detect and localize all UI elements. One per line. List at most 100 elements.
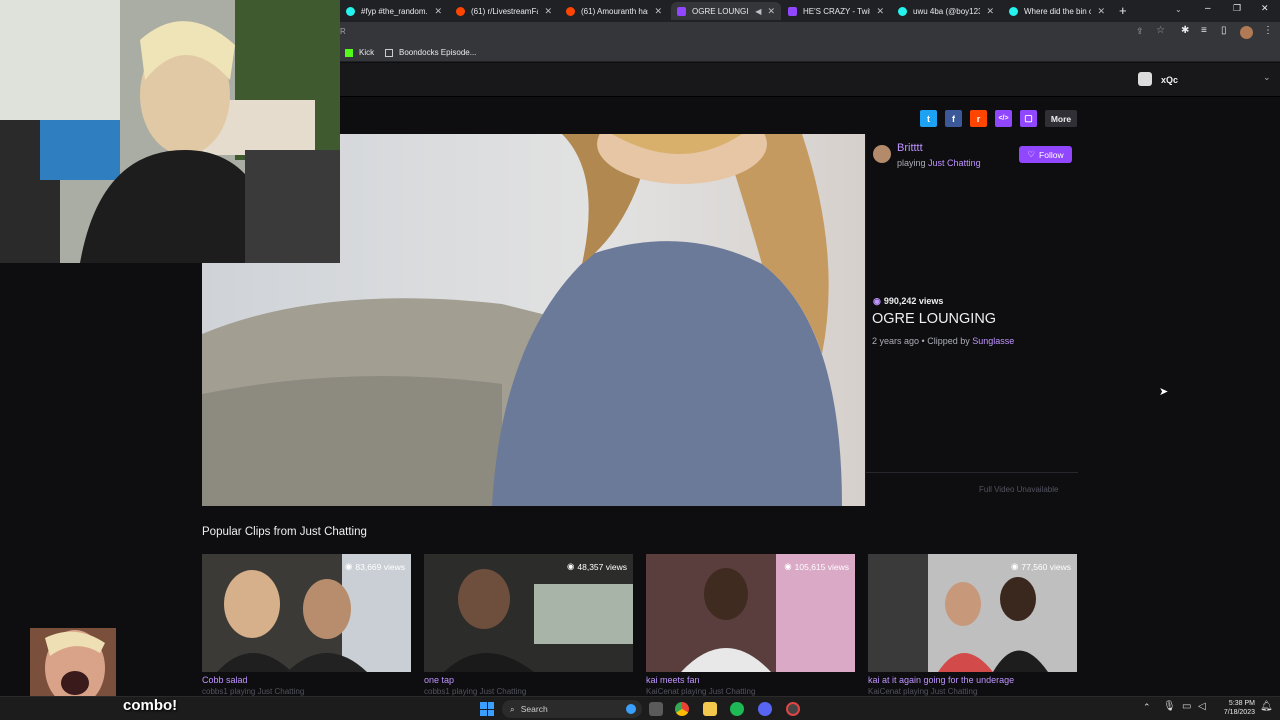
network-icon[interactable]: ▭ xyxy=(1182,701,1191,712)
more-share-button[interactable]: More xyxy=(1045,110,1077,127)
clip-title: OGRE LOUNGING xyxy=(872,311,997,327)
close-icon[interactable]: ✕ xyxy=(876,6,884,17)
reddit-share-button[interactable]: r xyxy=(970,110,987,127)
close-icon[interactable]: ✕ xyxy=(434,6,442,17)
clip-age: 2 years ago xyxy=(872,336,920,346)
browser-tab[interactable]: #fyp #the_random... ✕ xyxy=(340,2,448,20)
system-clock[interactable]: 5:38 PM 7/18/2023 xyxy=(1215,699,1255,717)
windows-start-icon[interactable] xyxy=(480,702,494,716)
views-count: 77,560 views xyxy=(1021,561,1071,572)
follow-label: Follow xyxy=(1039,149,1064,160)
close-icon[interactable]: ✕ xyxy=(654,6,662,17)
streamer-avatar[interactable] xyxy=(873,145,891,163)
discord-icon[interactable] xyxy=(758,702,772,716)
playing-prefix: playing xyxy=(897,158,926,168)
clip-thumbnail[interactable]: ◉ 83,669 views xyxy=(202,554,411,672)
views-count: 83,669 views xyxy=(355,561,405,572)
follow-button[interactable]: ♡ Follow xyxy=(1019,146,1072,163)
facebook-share-button[interactable]: f xyxy=(945,110,962,127)
browser-menu-icon[interactable]: ⋮ xyxy=(1263,25,1273,36)
close-icon[interactable]: ✕ xyxy=(1097,6,1105,17)
tiktok-icon xyxy=(898,6,907,16)
notifications-icon[interactable]: 🔔︎ xyxy=(1260,701,1273,712)
twitter-share-button[interactable]: t xyxy=(920,110,937,127)
app-icon[interactable] xyxy=(786,702,800,716)
tab-search-icon[interactable]: ⌄ xyxy=(1175,5,1182,14)
extensions-icon[interactable]: ✱ xyxy=(1181,25,1189,36)
chrome-icon[interactable] xyxy=(675,702,689,716)
search-label: Search xyxy=(520,704,548,714)
browser-tab[interactable]: Where did the bin co ✕ xyxy=(1003,2,1111,20)
thumbnail-views: ◉ 48,357 views xyxy=(567,561,627,572)
bookmark-label: Boondocks Episode... xyxy=(399,48,477,57)
tab-label: Where did the bin co xyxy=(1024,6,1092,16)
streamer-name[interactable]: Britttt xyxy=(897,142,923,154)
volume-icon[interactable]: ◁ xyxy=(1198,701,1206,712)
clip-title-link[interactable]: kai at it again going for the underage xyxy=(868,675,1014,685)
clip-subtitle: cobbs1 playing Just Chatting xyxy=(424,687,527,696)
views-count: 48,357 views xyxy=(577,561,627,572)
tab-label: OGRE LOUNGIN xyxy=(692,6,750,16)
bookmark-star-icon[interactable]: ☆ xyxy=(1156,25,1165,36)
microphone-icon[interactable]: 🎙︎ xyxy=(1163,701,1176,712)
views-count: 105,615 views xyxy=(794,561,849,572)
media-controls-icon[interactable]: ≡ xyxy=(1201,25,1207,36)
popular-clips-heading: Popular Clips from Just Chatting xyxy=(202,526,367,538)
clip-thumbnail[interactable]: ◉ 48,357 views xyxy=(424,554,633,672)
category-link[interactable]: Just Chatting xyxy=(928,158,981,168)
clock-date: 7/18/2023 xyxy=(1223,709,1255,716)
kick-icon xyxy=(345,48,353,57)
close-icon[interactable]: ✕ xyxy=(986,6,994,17)
browser-tab[interactable]: (61) Amouranth has ✕ xyxy=(560,2,668,20)
close-icon[interactable]: ✕ xyxy=(544,6,552,17)
speaker-icon[interactable]: ◀ xyxy=(755,7,761,16)
bookmark-item[interactable]: Kick xyxy=(345,48,374,57)
clip-title-link[interactable]: kai meets fan xyxy=(646,675,700,685)
window-close-icon[interactable]: ✕ xyxy=(1261,3,1269,14)
copy-link-button[interactable]: ▢ xyxy=(1020,110,1037,127)
address-text: R xyxy=(340,27,346,36)
clip-title-link[interactable]: Cobb salad xyxy=(202,675,248,685)
user-avatar[interactable] xyxy=(1138,72,1152,86)
embed-button[interactable]: </> xyxy=(995,110,1012,127)
clipper-link[interactable]: Sunglasse xyxy=(972,336,1014,346)
panel-divider xyxy=(866,472,1078,473)
chevron-up-icon[interactable]: ⌃ xyxy=(1143,702,1151,713)
browser-tab-active[interactable]: OGRE LOUNGIN ◀ ✕ xyxy=(671,2,781,20)
browser-tab[interactable]: (61) r/LivestreamFail ✕ xyxy=(450,2,558,20)
username[interactable]: xQc xyxy=(1161,75,1178,85)
clip-info-panel: Britttt playing Just Chatting ♡ Follow ◉… xyxy=(865,134,1078,506)
eye-icon: ◉ xyxy=(566,561,575,571)
tab-label: HE'S CRAZY - Twitch xyxy=(803,6,870,16)
twitch-icon xyxy=(788,6,797,16)
mouse-cursor-icon: ➤ xyxy=(1159,386,1169,398)
bookmark-item[interactable]: Boondocks Episode... xyxy=(385,48,476,57)
browser-tab[interactable]: uwu 4ba (@boy1234 ✕ xyxy=(892,2,1000,20)
file-explorer-icon[interactable] xyxy=(703,702,717,716)
share-page-icon[interactable]: ⇪ xyxy=(1136,26,1144,37)
reddit-icon xyxy=(566,6,575,16)
clip-thumbnail[interactable]: ◉ 77,560 views xyxy=(868,554,1077,672)
meta-separator: • xyxy=(921,336,925,346)
page-icon xyxy=(385,48,393,57)
eye-icon: ◉ xyxy=(344,561,353,571)
clip-subtitle: KaiCenat playing Just Chatting xyxy=(868,687,978,696)
profile-avatar[interactable] xyxy=(1240,26,1253,39)
tab-label: #fyp #the_random... xyxy=(361,6,429,16)
eye-icon: ◉ xyxy=(873,296,881,306)
chevron-down-icon[interactable]: ⌄ xyxy=(1263,72,1271,83)
maximize-icon[interactable]: ❐ xyxy=(1233,3,1241,14)
spotify-icon[interactable] xyxy=(730,702,744,716)
clip-thumbnail[interactable]: ◉ 105,615 views xyxy=(646,554,855,672)
embed-icon: </> xyxy=(998,115,1009,122)
task-view-icon[interactable] xyxy=(649,702,663,716)
clock-time: 5:38 PM xyxy=(1228,700,1255,707)
new-tab-button[interactable]: + xyxy=(1119,3,1127,18)
clip-title-link[interactable]: one tap xyxy=(424,675,454,685)
bing-icon xyxy=(626,704,636,714)
taskbar-search-box[interactable]: ⌕ Search xyxy=(502,700,642,718)
browser-tab[interactable]: HE'S CRAZY - Twitch ✕ xyxy=(782,2,890,20)
minimize-icon[interactable]: – xyxy=(1205,3,1211,14)
close-icon[interactable]: ✕ xyxy=(767,6,775,17)
side-panel-icon[interactable]: ▯ xyxy=(1221,25,1227,36)
